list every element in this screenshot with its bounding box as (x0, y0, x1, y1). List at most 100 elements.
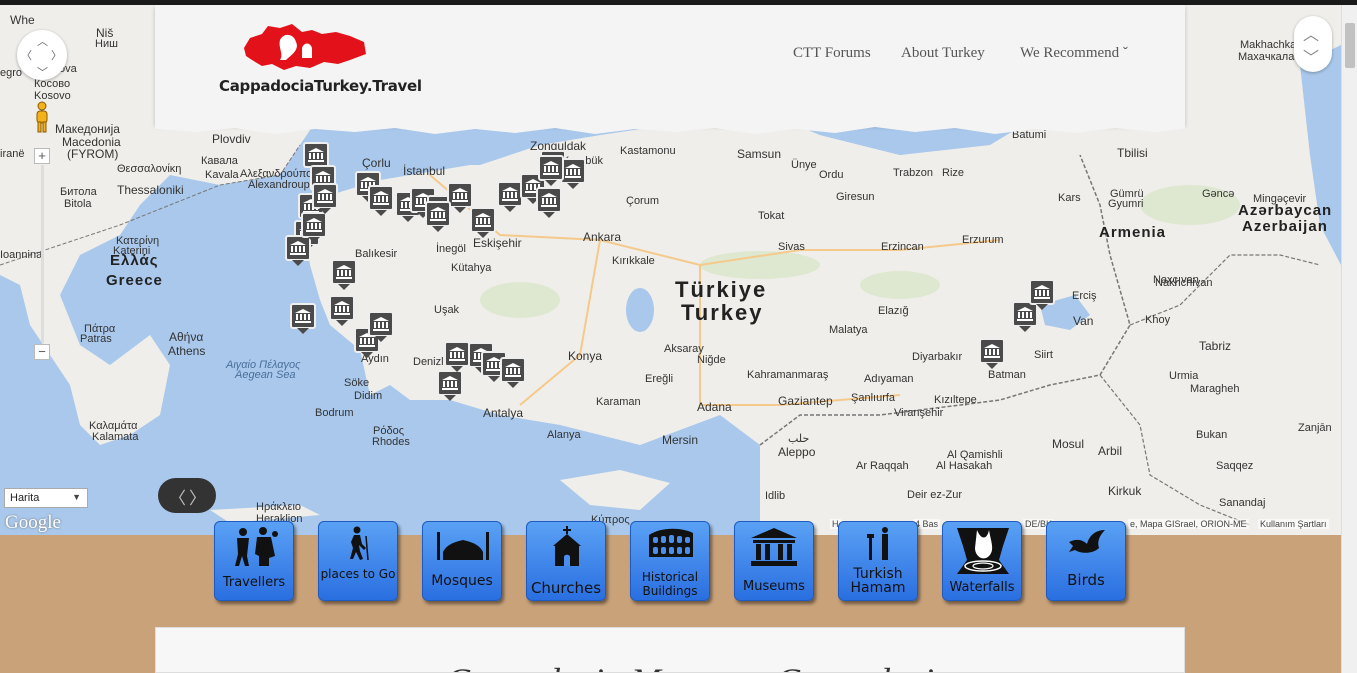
map-label: Malatya (829, 324, 868, 336)
category-churches[interactable]: Churches (526, 521, 606, 601)
category-museums[interactable]: Museums (734, 521, 814, 601)
map-label: Ar Raqqah (856, 460, 909, 472)
museum-marker[interactable] (301, 212, 327, 243)
marker-tail (319, 208, 331, 214)
map-type-select[interactable]: Harita ▼ (4, 488, 88, 508)
map-label: Мaxaчкала (1238, 51, 1295, 63)
museum-marker[interactable] (331, 259, 357, 290)
scrollbar[interactable] (1341, 5, 1357, 673)
museum-marker[interactable] (470, 207, 496, 238)
map-label: Gyumri (1108, 198, 1144, 210)
marker-tail (432, 226, 444, 232)
museum-icon (538, 155, 564, 181)
category-travellers[interactable]: Travellers (214, 521, 294, 601)
marker-tail (338, 284, 350, 290)
museum-marker[interactable] (979, 338, 1005, 369)
chevron-down-icon: ▼ (72, 492, 81, 502)
map-label: Kırıkkale (612, 255, 655, 267)
pan-control[interactable]: ︿ ﹀ 〈 〉 (17, 30, 67, 80)
logo-text[interactable]: CappadociaTurkey.Travel (219, 77, 422, 95)
zoom-out-button[interactable]: − (34, 344, 50, 360)
marker-tail (361, 352, 373, 358)
nav-item-about[interactable]: About Turkey (901, 45, 985, 62)
hamam-icon (867, 527, 888, 560)
map-label: Adana (697, 400, 732, 414)
map-label: Katerini (113, 245, 151, 257)
museum-icon (331, 259, 357, 285)
map-label: Aleppo (778, 445, 816, 459)
map-label: Çorum (626, 195, 660, 207)
marker-tail (1036, 304, 1048, 310)
page-scroll-control[interactable]: ︿ ﹀ (1294, 16, 1332, 72)
marker-tail (545, 180, 557, 186)
museum-marker[interactable] (538, 155, 564, 186)
map-label: حلب (788, 433, 810, 445)
nav-item-forums[interactable]: CTT Forums (793, 45, 871, 62)
museum-marker[interactable] (536, 187, 562, 218)
map-label: Kalamata (92, 431, 139, 443)
map-label: Ordu (819, 169, 844, 181)
museum-marker[interactable] (437, 370, 463, 401)
museum-marker[interactable] (368, 311, 394, 342)
museum-marker[interactable] (368, 185, 394, 216)
category-historical-buildings[interactable]: Historical Buildings (630, 521, 710, 601)
marker-tail (543, 212, 555, 218)
map-label: Adıyaman (864, 373, 914, 385)
category-turkish-hamam[interactable]: Turkish Hamam (838, 521, 918, 601)
museum-marker[interactable] (329, 295, 355, 326)
pegman-icon[interactable] (33, 101, 51, 133)
museum-marker[interactable] (312, 183, 338, 214)
map-label: Al Hasakah (936, 460, 993, 472)
chevron-up-icon[interactable]: ︿ (1303, 21, 1319, 45)
zoom-slider[interactable] (41, 165, 44, 343)
chevron-down-icon[interactable]: ﹀ (1303, 44, 1319, 68)
marker-tail (567, 183, 579, 189)
museum-icon (437, 370, 463, 396)
marker-tail (1019, 326, 1031, 332)
museum-marker[interactable] (444, 341, 470, 372)
scrollbar-thumb[interactable] (1345, 23, 1355, 68)
map-label: Кавала (201, 155, 238, 167)
map-label: Tbilisi (1117, 146, 1148, 160)
map-label: Tokat (758, 210, 785, 222)
nav-item-recommend[interactable]: We Recommend ˇ (1020, 45, 1128, 62)
category-mosques[interactable]: Mosques (422, 521, 502, 601)
map-label: Македонија (55, 122, 120, 136)
map-label: Rize (942, 167, 965, 179)
map-label: Whe (10, 13, 35, 27)
chevron-left-icon[interactable]: 〈 (169, 484, 186, 509)
museum-marker[interactable] (1029, 279, 1055, 310)
category-label: Museums (743, 579, 805, 594)
map-label: Van (1073, 314, 1094, 328)
map-label: Söke (344, 377, 370, 389)
map-label: Denizli (413, 356, 447, 368)
terms-link[interactable]: Kullanım Şartları (1258, 519, 1329, 529)
travellers-icon (235, 527, 278, 566)
museum-icon (290, 303, 316, 329)
museum-marker[interactable] (425, 201, 451, 232)
map-label: Thessaloniki (117, 183, 184, 197)
category-places-to-go[interactable]: places to Go (318, 521, 398, 601)
map-label: Rhodes (372, 436, 410, 448)
category-label: Birds (1067, 571, 1105, 589)
museum-icon (751, 528, 797, 566)
museum-marker[interactable] (500, 357, 526, 388)
bird-icon (1069, 530, 1105, 553)
map-label: Azerbaijan (1242, 218, 1328, 235)
category-label: Travellers (222, 575, 286, 590)
chevron-right-icon[interactable]: 〉 (189, 484, 206, 509)
page-title: Cappadocia Museums Cappadocia (446, 660, 952, 672)
category-waterfalls[interactable]: Waterfalls (942, 521, 1022, 601)
zoom-in-button[interactable]: + (34, 148, 50, 164)
logo-icon[interactable] (240, 20, 370, 75)
map-label: Ηράκλειο (256, 501, 302, 513)
map-label: Kavala (205, 169, 239, 181)
marker-tail (444, 395, 456, 401)
category-birds[interactable]: Birds (1046, 521, 1126, 601)
map-label: Ankara (583, 230, 622, 244)
carousel-control[interactable]: 〈 〉 (158, 478, 216, 513)
museum-marker[interactable] (290, 303, 316, 334)
map-label: Kütahya (451, 262, 492, 274)
map-label: iranë (0, 148, 25, 160)
map-label: Greece (106, 272, 163, 289)
